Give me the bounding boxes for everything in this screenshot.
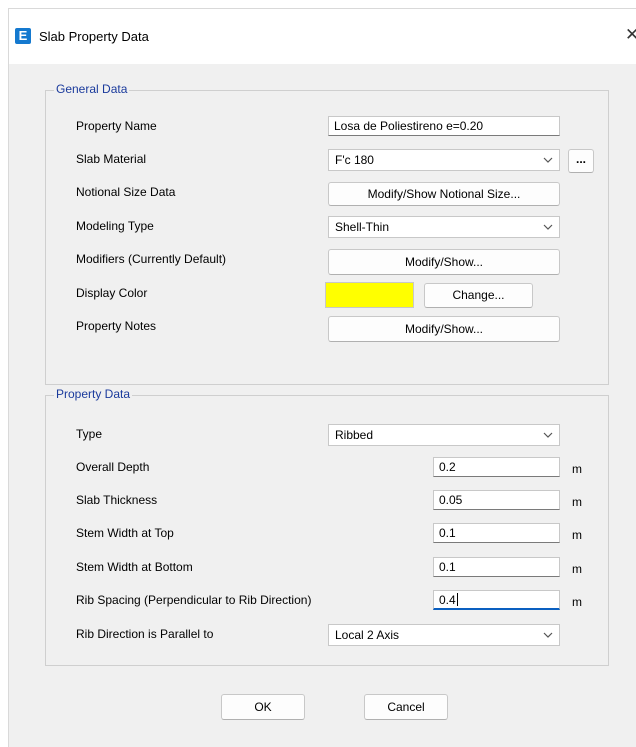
- slab-thickness-input[interactable]: 0.05: [433, 490, 560, 510]
- notional-size-label: Notional Size Data: [76, 185, 176, 199]
- stem-top-label: Stem Width at Top: [76, 526, 174, 540]
- stem-top-unit: m: [572, 528, 582, 542]
- overall-depth-unit: m: [572, 462, 582, 476]
- title-bar: E Slab Property Data ✕: [9, 9, 636, 64]
- rib-spacing-input[interactable]: 0.4: [433, 590, 560, 610]
- stem-bottom-unit: m: [572, 562, 582, 576]
- rib-direction-label: Rib Direction is Parallel to: [76, 627, 214, 641]
- slab-material-value: F'c 180: [335, 153, 374, 167]
- window-title: Slab Property Data: [39, 29, 149, 44]
- property-data-group: Property Data Type Ribbed Overall Depth …: [45, 387, 609, 666]
- modifiers-button[interactable]: Modify/Show...: [328, 249, 560, 275]
- ok-button[interactable]: OK: [221, 694, 305, 720]
- general-data-group: General Data Property Name Losa de Polie…: [45, 82, 609, 385]
- chevron-down-icon: [543, 224, 553, 230]
- property-notes-button[interactable]: Modify/Show...: [328, 316, 560, 342]
- rib-spacing-value: 0.4: [439, 593, 456, 607]
- slab-thickness-label: Slab Thickness: [76, 493, 158, 507]
- slab-property-dialog: E Slab Property Data ✕ General Data Prop…: [8, 8, 636, 747]
- modeling-type-value: Shell-Thin: [335, 220, 390, 234]
- property-data-title: Property Data: [54, 387, 133, 401]
- close-icon[interactable]: ✕: [625, 26, 636, 44]
- rib-direction-value: Local 2 Axis: [335, 628, 400, 642]
- rib-direction-select[interactable]: Local 2 Axis: [328, 624, 560, 646]
- text-caret: [456, 593, 458, 606]
- chevron-down-icon: [543, 157, 553, 163]
- type-value: Ribbed: [335, 428, 374, 442]
- display-color-label: Display Color: [76, 286, 148, 300]
- rib-spacing-unit: m: [572, 595, 582, 609]
- cancel-button[interactable]: Cancel: [364, 694, 448, 720]
- chevron-down-icon: [543, 432, 553, 438]
- notional-size-button[interactable]: Modify/Show Notional Size...: [328, 182, 560, 206]
- change-color-button[interactable]: Change...: [424, 283, 533, 308]
- overall-depth-label: Overall Depth: [76, 460, 150, 474]
- stem-bottom-label: Stem Width at Bottom: [76, 560, 193, 574]
- property-name-label: Property Name: [76, 119, 157, 133]
- overall-depth-input[interactable]: 0.2: [433, 457, 560, 477]
- type-label: Type: [76, 427, 103, 441]
- etabs-app-icon: E: [15, 28, 31, 44]
- slab-material-label: Slab Material: [76, 152, 147, 166]
- stem-top-input[interactable]: 0.1: [433, 523, 560, 543]
- property-name-input[interactable]: Losa de Poliestireno e=0.20: [328, 116, 560, 136]
- stem-bottom-input[interactable]: 0.1: [433, 557, 560, 577]
- slab-material-more-button[interactable]: ...: [568, 149, 594, 173]
- slab-material-select[interactable]: F'c 180: [328, 149, 560, 171]
- modifiers-label: Modifiers (Currently Default): [76, 252, 227, 266]
- rib-spacing-label: Rib Spacing (Perpendicular to Rib Direct…: [76, 593, 312, 607]
- general-data-title: General Data: [54, 82, 130, 96]
- modeling-type-select[interactable]: Shell-Thin: [328, 216, 560, 238]
- modeling-type-label: Modeling Type: [76, 219, 154, 233]
- chevron-down-icon: [543, 632, 553, 638]
- type-select[interactable]: Ribbed: [328, 424, 560, 446]
- slab-thickness-unit: m: [572, 495, 582, 509]
- display-color-swatch[interactable]: [325, 282, 414, 308]
- property-notes-label: Property Notes: [76, 319, 157, 333]
